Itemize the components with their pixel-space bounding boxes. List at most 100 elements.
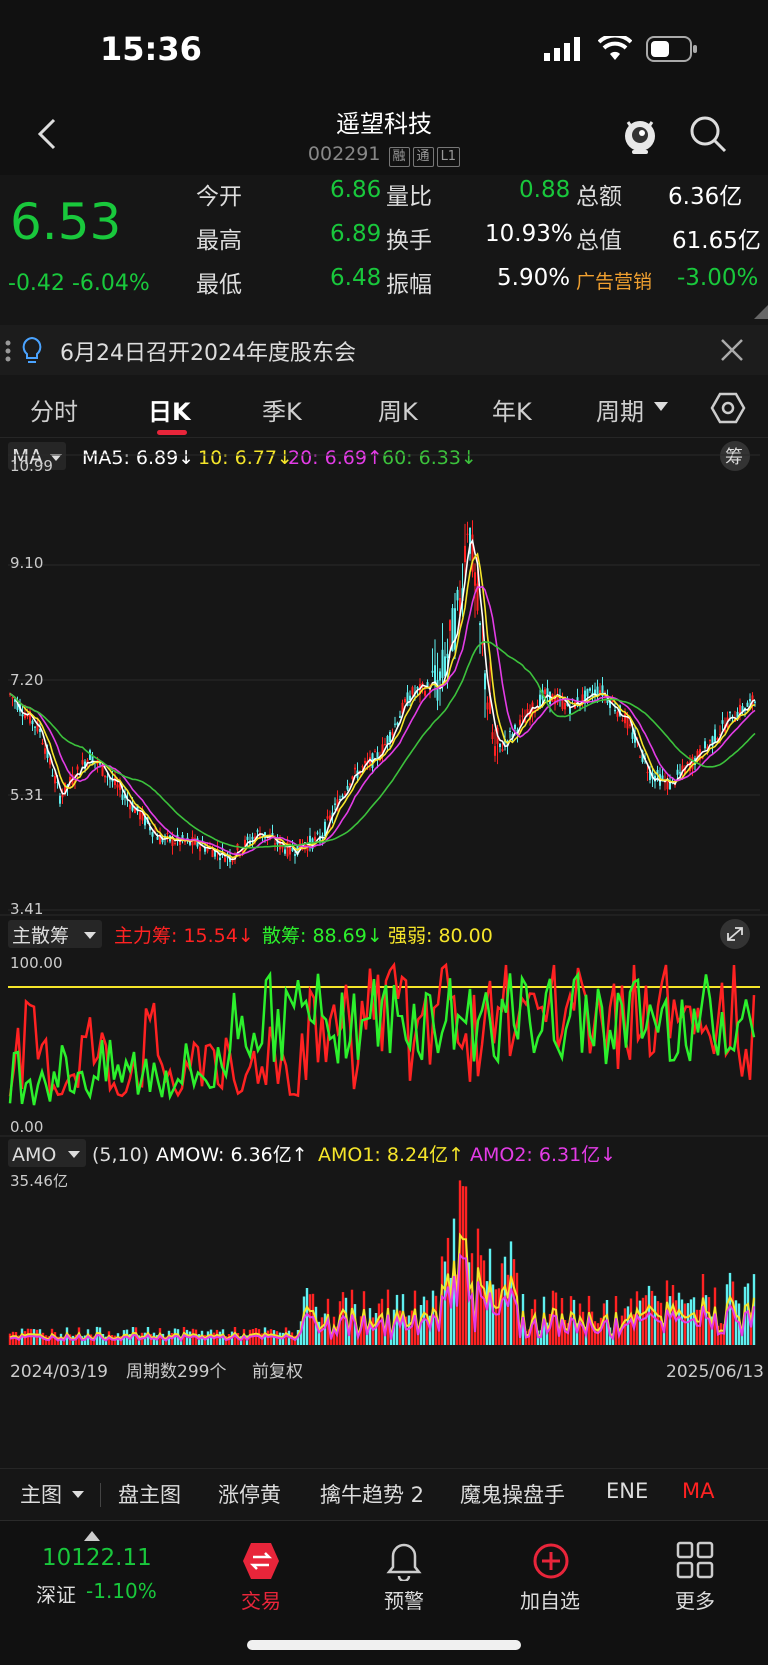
volume-bar (626, 1306, 630, 1345)
ma5-line (9, 538, 756, 861)
candle-body (316, 832, 319, 834)
candle-body (491, 732, 494, 740)
menu-item-6[interactable]: MA (682, 1479, 714, 1503)
axis-label-top: 10.99 (10, 457, 53, 475)
candle-body (391, 732, 394, 736)
active-tab-indicator (157, 430, 187, 435)
candle-body (76, 766, 79, 770)
sector-label[interactable]: 广告营销 (576, 271, 652, 293)
mascot-icon[interactable] (620, 114, 660, 154)
candle-body (514, 724, 516, 729)
bulb-icon (22, 336, 42, 363)
expand-up-icon[interactable] (84, 1531, 100, 1541)
candle-body (151, 832, 154, 837)
candle-body (341, 795, 344, 798)
tab-period[interactable]: 周期 (596, 392, 644, 427)
tab-weekly[interactable]: 周K (378, 392, 418, 427)
high-label: 最高 (196, 228, 242, 254)
candle-body (346, 785, 349, 790)
notice-bar[interactable]: 6月24日召开2024年度股东会 (0, 325, 768, 375)
candle-body (11, 697, 14, 699)
candle-body (416, 687, 419, 689)
candle-body (464, 545, 466, 563)
candle-body (626, 717, 629, 729)
period-dropdown-icon[interactable] (654, 402, 668, 412)
quote-panel: 6.53 -0.42 -6.04% 今开 6.86 量比 0.88 总额 6.3… (0, 175, 768, 320)
candle-body (539, 694, 541, 708)
chip-button[interactable]: 筹 (725, 447, 743, 468)
volratio-value: 0.88 (519, 177, 571, 203)
price-change: -0.42 -6.04% (8, 271, 150, 296)
candle-body (564, 702, 566, 710)
candle-body (621, 720, 624, 722)
candle-body (184, 841, 186, 843)
add-watchlist-label[interactable]: 加自选 (500, 1585, 600, 1614)
candle-body (454, 608, 456, 650)
candle-body (586, 688, 589, 697)
amo-period: (5,10) (92, 1144, 149, 1166)
indicator1-axis-top: 100.00 (10, 954, 63, 972)
alert-label[interactable]: 预警 (354, 1585, 454, 1614)
menu-item-5[interactable]: ENE (606, 1479, 648, 1503)
indicator1-selector[interactable]: 主散筹 (12, 925, 69, 947)
trade-label[interactable]: 交易 (211, 1585, 311, 1614)
more-label[interactable]: 更多 (645, 1585, 745, 1614)
candle-body (349, 783, 351, 785)
date-start: 2024/03/19 (10, 1362, 108, 1382)
ma20-line (9, 585, 756, 856)
kline-chart-svg[interactable]: MA MA5: 6.89↓ 10: 6.77↓ 20: 6.69↑ 60: 6.… (0, 440, 768, 1465)
tag-connect: 通 (412, 147, 434, 167)
candle-body (256, 830, 259, 832)
candle-body (399, 716, 401, 718)
candle-body (361, 766, 364, 768)
tab-quarterly[interactable]: 季K (262, 392, 302, 427)
candle-body (116, 784, 119, 788)
candle-body (114, 777, 116, 786)
tab-daily[interactable]: 日K (148, 392, 191, 427)
menu-main-chart[interactable]: 主图 (20, 1479, 62, 1509)
candle-body (631, 732, 634, 739)
bell-icon[interactable] (386, 1541, 422, 1581)
candle-body (81, 760, 84, 765)
home-indicator[interactable] (247, 1640, 521, 1650)
menu-item-4[interactable]: 魔鬼操盘手 (460, 1479, 565, 1509)
indicator2-selector[interactable]: AMO (12, 1144, 56, 1166)
settings-hex-icon[interactable] (710, 390, 746, 426)
trade-icon[interactable] (241, 1541, 281, 1581)
candle-body (166, 832, 169, 834)
menu-item-3[interactable]: 擒牛趋势 2 (320, 1479, 424, 1509)
volume-bar (461, 1186, 465, 1345)
volume-bar (686, 1303, 690, 1345)
candle-body (439, 671, 441, 681)
candle-body (624, 713, 626, 724)
candle-body (326, 816, 329, 819)
more-grid-icon[interactable] (676, 1541, 714, 1579)
menu-item-2[interactable]: 涨停黄 (218, 1479, 281, 1509)
candle-body (709, 740, 711, 742)
close-icon[interactable] (720, 338, 744, 362)
candle-body (749, 699, 751, 702)
add-watchlist-icon[interactable] (531, 1541, 571, 1581)
menu-dropdown-icon[interactable] (72, 1491, 84, 1499)
tab-yearly[interactable]: 年K (492, 392, 532, 427)
menu-item-1[interactable]: 盘主图 (118, 1479, 181, 1509)
candle-body (54, 776, 56, 784)
candle-body (394, 723, 396, 725)
search-icon[interactable] (688, 114, 728, 154)
candle-body (521, 715, 524, 717)
candle-body (174, 843, 176, 845)
volume-bar (638, 1300, 642, 1345)
candle-body (456, 589, 459, 601)
index-value[interactable]: 10122.11 (42, 1545, 152, 1571)
candle-body (721, 720, 724, 724)
candle-body (34, 726, 36, 728)
moving-average-lines (9, 538, 756, 861)
candle-body (404, 698, 406, 703)
chart-area[interactable]: MA MA5: 6.89↓ 10: 6.77↓ 20: 6.69↑ 60: 6.… (0, 440, 768, 1465)
open-value: 6.86 (330, 177, 382, 203)
index-pct: -1.10% (86, 1579, 157, 1603)
strength-label: 强弱: 80.00 (388, 925, 493, 947)
candle-body (704, 741, 706, 749)
drag-handle-icon[interactable] (4, 339, 12, 363)
tab-intraday[interactable]: 分时 (30, 392, 78, 427)
